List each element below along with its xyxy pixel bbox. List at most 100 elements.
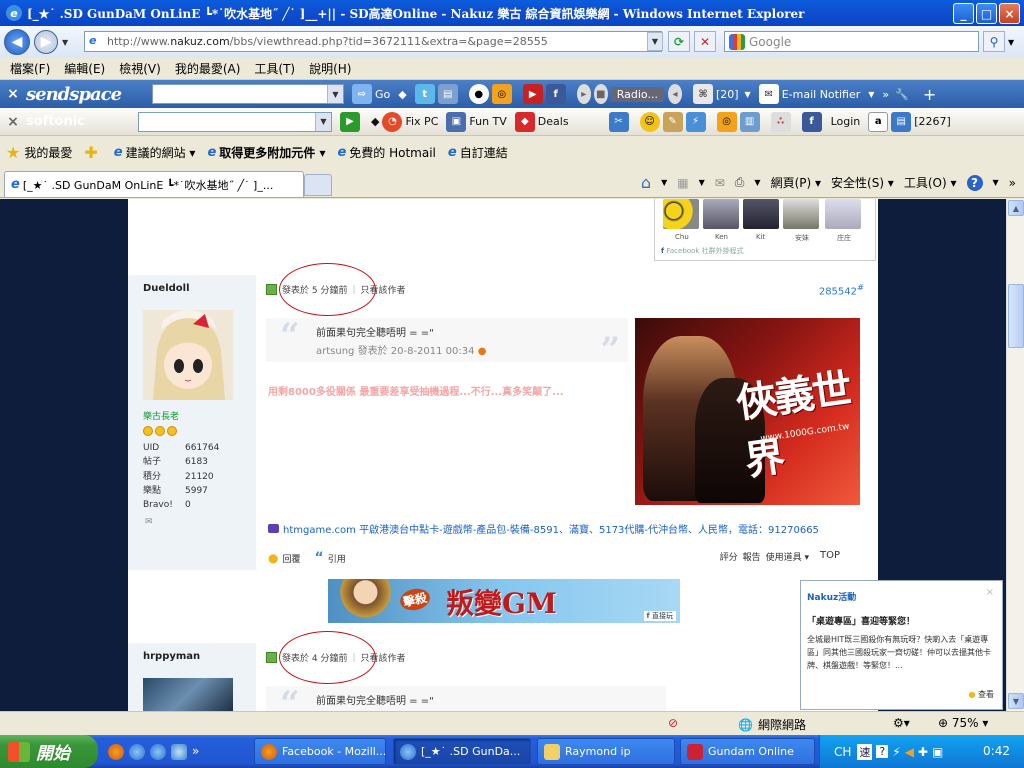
- menu-favorites[interactable]: 我的最愛(A): [175, 60, 241, 77]
- friend-name[interactable]: Kit: [756, 233, 765, 241]
- avatar[interactable]: [743, 199, 779, 229]
- vertical-scrollbar[interactable]: ▲ ▼: [1006, 199, 1024, 711]
- top-link[interactable]: TOP: [820, 550, 840, 563]
- tools-menu[interactable]: 工具(O) ▾: [904, 174, 957, 191]
- rss-button[interactable]: ⌘ [20] ▼: [692, 84, 751, 104]
- more-icon[interactable]: »: [192, 744, 199, 760]
- fix-pc-button[interactable]: ◆ ◔ Fix PC: [371, 111, 438, 132]
- tools-button[interactable]: ✂: [608, 111, 632, 132]
- radio-select[interactable]: Radio...: [610, 86, 664, 102]
- feeds-icon[interactable]: ▦: [677, 176, 688, 190]
- fav-suggested-sites[interactable]: e 建議的網站 ▾: [114, 144, 196, 161]
- friend-name[interactable]: 庄庄: [837, 233, 851, 243]
- sendspace-search-input[interactable]: ▼: [152, 84, 344, 104]
- zoom-control[interactable]: ⊕ 75% ▾: [938, 716, 988, 730]
- reply-button[interactable]: 回覆: [282, 552, 300, 565]
- taskbar-raymond[interactable]: Raymond ip: [537, 738, 675, 765]
- back-button[interactable]: ◀: [4, 29, 30, 55]
- scroll-up-icon[interactable]: ▲: [1008, 200, 1024, 216]
- avatar[interactable]: [663, 199, 699, 229]
- ie-icon[interactable]: [129, 743, 145, 760]
- tab-active[interactable]: e [_★˙ .SD GunDaM OnLinE ┗*˙吹水基地˝ ╱˙ ]_..…: [4, 171, 304, 197]
- post1-avatar[interactable]: [143, 310, 233, 400]
- popup-blocked-icon[interactable]: ⊘: [668, 716, 678, 730]
- menu-edit[interactable]: 編輯(E): [64, 60, 105, 77]
- chevron-down-icon[interactable]: ▼: [315, 112, 331, 131]
- radio-player[interactable]: ▸ ■ Radio... ◂: [576, 84, 685, 104]
- fun-tv-button[interactable]: ▣ Fun TV: [446, 111, 507, 132]
- security-zone[interactable]: 🌐 網際網路: [738, 716, 806, 733]
- chevron-down-icon[interactable]: ▼: [993, 178, 999, 187]
- language-indicator[interactable]: CH: [834, 745, 851, 759]
- chevron-down-icon[interactable]: ▼: [745, 90, 751, 99]
- address-input[interactable]: e http://www. nakuz.com/bbs/viewthread.ph…: [84, 31, 662, 52]
- stop-button[interactable]: ✕: [694, 31, 716, 52]
- help-icon[interactable]: ?: [876, 745, 889, 758]
- friend-name[interactable]: 安妹: [795, 233, 809, 243]
- chevron-down-icon[interactable]: ▼: [661, 178, 667, 187]
- taskbar-facebook[interactable]: Facebook - Mozill...: [254, 738, 386, 765]
- panda-button[interactable]: ● ◎: [468, 84, 515, 104]
- rate-button[interactable]: 評分: [720, 550, 738, 563]
- emoticon-button[interactable]: ☺ ✎ ⚡: [639, 111, 709, 132]
- scroll-thumb[interactable]: [1008, 284, 1024, 348]
- search-input[interactable]: Google: [724, 31, 979, 52]
- search-button[interactable]: ⚲: [983, 31, 1005, 52]
- notification-close-button[interactable]: ×: [986, 587, 994, 598]
- softonic-go-button[interactable]: ▶: [340, 111, 363, 132]
- post1-ad-image[interactable]: 俠義世界 www.1000G.com.tw: [635, 318, 860, 505]
- tray-app-icon[interactable]: ✚: [918, 745, 928, 759]
- menu-help[interactable]: 說明(H): [309, 60, 351, 77]
- start-button[interactable]: 開始: [0, 735, 98, 768]
- taskbar-ie-active[interactable]: [_★˙ .SD GunDa...: [393, 738, 531, 765]
- play-icon[interactable]: ▸: [576, 84, 591, 104]
- go-button[interactable]: ⇨ Go ◆: [352, 84, 407, 104]
- twitter-button[interactable]: t ▤: [414, 84, 461, 104]
- menu-file[interactable]: 檔案(F): [10, 60, 50, 77]
- gm-banner-ad[interactable]: 擊殺 叛變GM f 直接玩: [328, 579, 680, 623]
- minimize-button[interactable]: _: [953, 3, 974, 24]
- page-menu[interactable]: 網頁(P) ▾: [771, 174, 821, 191]
- more-button[interactable]: » 🔧: [882, 88, 908, 101]
- post2-avatar[interactable]: [143, 678, 233, 711]
- fav-custom-links[interactable]: e 自訂連結: [448, 144, 508, 161]
- stop-icon[interactable]: ■: [593, 84, 608, 104]
- youtube-button[interactable]: ▶ f: [522, 84, 569, 104]
- dots-button[interactable]: ∴: [770, 111, 794, 132]
- htm-ad-line[interactable]: htmgame.com 平啟港澳台中點卡-遊戲幣-產品包-裝備-8591、滿寶、…: [268, 521, 819, 536]
- avatar[interactable]: [703, 199, 739, 229]
- app-icon[interactable]: [171, 743, 187, 760]
- history-dropdown-icon[interactable]: ▼: [62, 38, 68, 47]
- protected-mode-icon[interactable]: ⚙▾: [893, 716, 910, 730]
- facebook-login-button[interactable]: f Login: [801, 111, 860, 132]
- fav-hotmail[interactable]: e 免費的 Hotmail: [337, 144, 435, 161]
- quote-button[interactable]: 引用: [328, 552, 346, 565]
- add-favorite-button[interactable]: ✚: [84, 143, 101, 162]
- post2-username[interactable]: hrppyman: [143, 651, 200, 662]
- friend-name[interactable]: Chu: [675, 233, 689, 241]
- chevron-down-icon[interactable]: ▼: [327, 85, 343, 103]
- notification-more-label[interactable]: 查看: [978, 690, 994, 699]
- friend-name[interactable]: Ken: [715, 233, 728, 241]
- more-icon[interactable]: »: [1009, 176, 1016, 190]
- fav-addons[interactable]: e 取得更多附加元件 ▾: [207, 144, 325, 161]
- ie-icon[interactable]: [150, 743, 166, 760]
- monitor-icon[interactable]: ▣: [932, 745, 943, 759]
- address-dropdown-icon[interactable]: ▼: [647, 32, 663, 51]
- pm-icon[interactable]: ✉: [145, 517, 153, 527]
- avatar[interactable]: [825, 199, 861, 229]
- email-notifier-button[interactable]: ✉ E-mail Notifier ▼: [758, 84, 874, 104]
- post1-number[interactable]: 285542#: [819, 282, 864, 297]
- close-toolbar-icon[interactable]: ×: [0, 114, 26, 130]
- close-button[interactable]: ×: [999, 3, 1020, 24]
- close-toolbar-icon[interactable]: ×: [0, 86, 26, 102]
- goto-icon[interactable]: ●: [478, 346, 487, 357]
- print-icon[interactable]: ⎙: [735, 175, 745, 190]
- mail-icon[interactable]: ✉: [715, 176, 725, 190]
- add-button[interactable]: +: [923, 85, 936, 104]
- forward-button[interactable]: ▶: [34, 30, 58, 54]
- favorites-button[interactable]: ★ 我的最愛: [6, 143, 72, 162]
- game-button[interactable]: ◎ ▥: [716, 111, 763, 132]
- help-icon[interactable]: ?: [966, 174, 983, 191]
- notification-title[interactable]: 「桌遊專區」喜迎等緊您！: [807, 614, 915, 627]
